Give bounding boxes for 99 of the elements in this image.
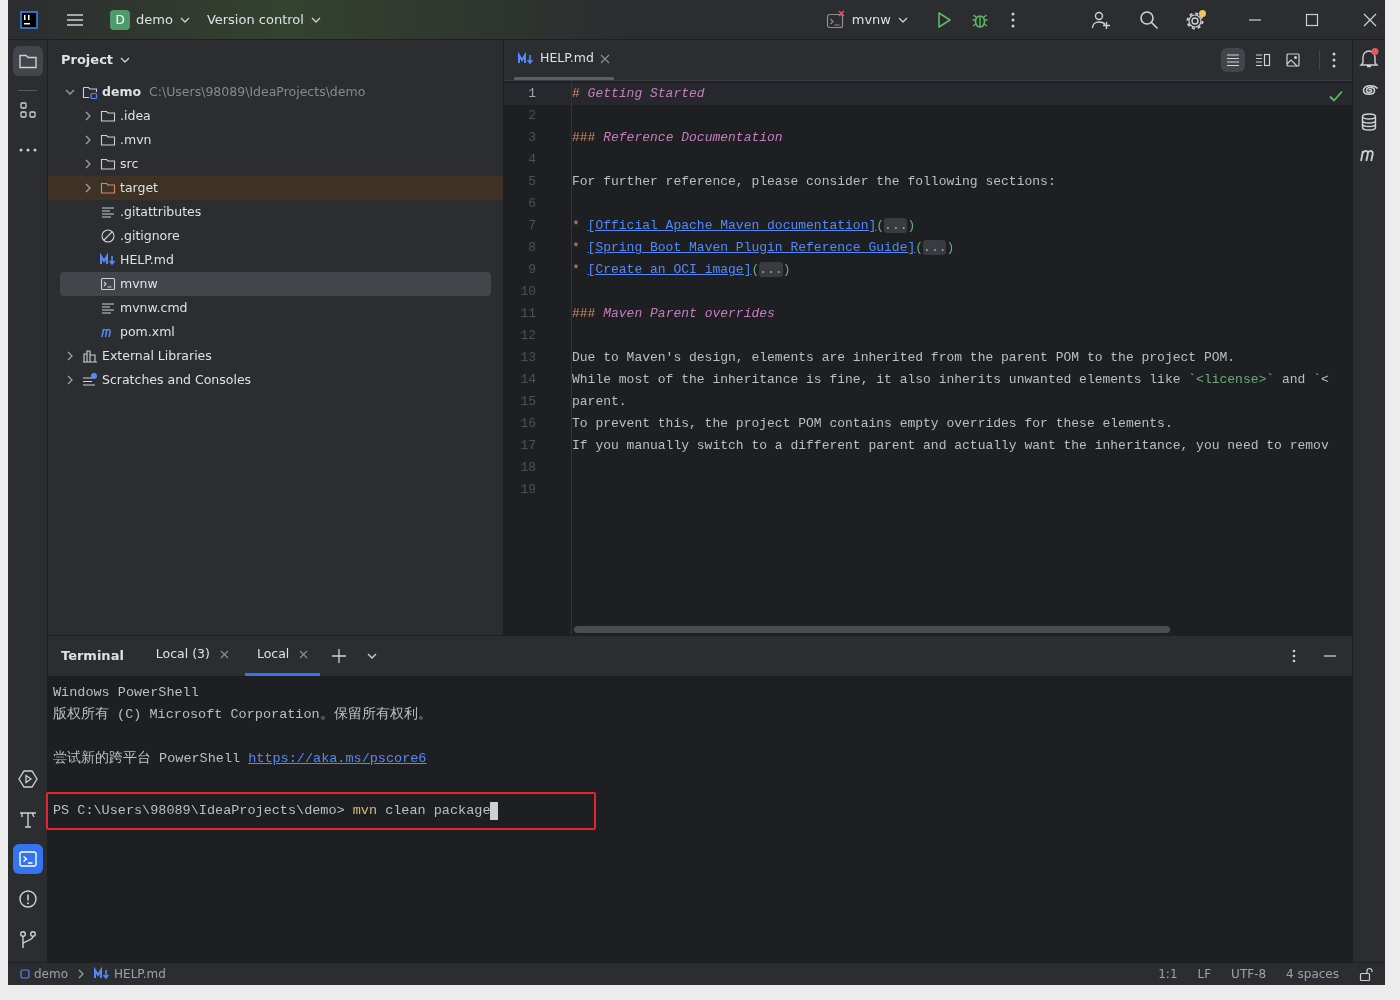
status-item[interactable]: 4 spaces	[1286, 965, 1339, 983]
terminal-tab[interactable]: Local	[244, 636, 321, 676]
maximize-icon	[1305, 12, 1319, 27]
code-line: Due to Maven's design, elements are inherited from the parent POM to the project POM.	[572, 349, 1236, 368]
terminal-output: 版权所有 (C) Microsoft Corporation。保留所有权利。	[53, 705, 433, 724]
ignore-file-icon	[100, 228, 116, 244]
code-line: * [Spring Boot Maven Plugin Reference Guide](...)	[572, 239, 955, 258]
status-item[interactable]: LF	[1197, 965, 1212, 983]
code-line: ### Maven Parent overrides	[572, 305, 775, 324]
status-item[interactable]: 1:1	[1158, 965, 1178, 983]
close-icon[interactable]	[299, 650, 309, 659]
database-icon	[1359, 112, 1379, 132]
hammer-icon	[17, 809, 38, 829]
bell-icon	[1359, 48, 1379, 68]
markdown-icon	[100, 252, 116, 268]
folder-icon	[100, 108, 116, 124]
more-icon	[1332, 52, 1336, 68]
code-line: To prevent this, the project POM contains empty overrides for these elements.	[572, 415, 1173, 434]
play-icon	[935, 10, 953, 29]
run-configuration-selector[interactable]: mvnw	[817, 5, 917, 34]
module-icon	[20, 969, 30, 979]
tree-item[interactable]: .gitignore	[48, 224, 503, 248]
code-line: parent.	[572, 393, 627, 412]
folder-icon	[100, 156, 116, 172]
settings-icon	[1185, 8, 1207, 31]
tree-item[interactable]: pom.xml	[48, 320, 503, 344]
minimize-icon	[1324, 655, 1336, 657]
search-icon	[1139, 9, 1159, 30]
close-icon	[1363, 12, 1377, 27]
terminal-options-button[interactable]	[1292, 649, 1296, 663]
menu-icon	[66, 11, 84, 28]
split-view-icon	[1255, 52, 1271, 68]
text-file-icon	[100, 204, 116, 220]
markdown-icon	[94, 966, 111, 982]
tree-item[interactable]: demo C:\Users\98089\IdeaProjects\demo	[48, 80, 503, 104]
tree-item[interactable]: .mvn	[48, 128, 503, 152]
branch-icon	[17, 929, 38, 949]
scrollbar[interactable]	[574, 626, 1170, 633]
terminal-tab[interactable]: Local (3)	[143, 636, 241, 676]
tree-item[interactable]: src	[48, 152, 503, 176]
more-icon	[18, 148, 37, 152]
database-button[interactable]	[1359, 112, 1379, 132]
warning-circle-icon	[17, 889, 38, 909]
tree-item[interactable]: .idea	[48, 104, 503, 128]
tree-item[interactable]: External Libraries	[48, 344, 503, 368]
breadcrumb[interactable]: HELP.md	[94, 965, 166, 983]
notifications-button[interactable]	[1359, 48, 1379, 68]
app-logo-icon[interactable]	[20, 10, 38, 29]
markdown-icon	[518, 50, 534, 67]
terminal-error-icon	[825, 9, 846, 30]
code-line: While most of the inheritance is fine, it also inherits unwanted elements like `<license>` and `<	[572, 371, 1329, 390]
panel-title: Terminal	[61, 647, 124, 666]
tree-item[interactable]: .gitattributes	[48, 200, 503, 224]
lines-icon	[1225, 52, 1241, 68]
lock-icon	[1359, 967, 1373, 981]
code-line: * [Create an OCI image](...)	[572, 261, 791, 280]
user-plus-icon	[1091, 9, 1111, 30]
readonly-toggle-button[interactable]	[1359, 967, 1373, 981]
minimize-icon	[1249, 18, 1261, 21]
project-view-selector[interactable]: Project	[61, 50, 132, 70]
terminal-tool-button[interactable]	[12, 844, 43, 874]
scratches-icon	[82, 372, 98, 388]
breadcrumb[interactable]: demo	[20, 965, 69, 983]
folder-icon	[100, 180, 116, 196]
terminal-output: Windows PowerShell	[53, 683, 200, 702]
more-icon	[1011, 11, 1015, 28]
editor-tab[interactable]: HELP.md	[514, 40, 614, 80]
code-line: For further reference, please consider the following sections:	[572, 173, 1056, 192]
project-tool-button[interactable]	[12, 46, 43, 76]
editor-only-view-button[interactable]	[1221, 48, 1245, 72]
code-line: If you manually switch to a different parent and actually want the inheritance, you need to remov	[572, 437, 1329, 456]
tree-item[interactable]: mvnw	[60, 272, 491, 296]
structure-icon	[18, 101, 37, 119]
more-icon	[1292, 649, 1296, 663]
command-line[interactable]: PS C:\Users\98089\IdeaProjects\demo> mvn clean package	[53, 800, 491, 822]
terminal-file-icon	[100, 276, 116, 292]
tree-item[interactable]: HELP.md	[48, 248, 503, 272]
tree-item[interactable]: target	[48, 176, 503, 200]
terminal-icon	[17, 849, 38, 869]
folder-icon	[82, 84, 98, 100]
library-icon	[82, 348, 98, 364]
code-line: ### Reference Documentation	[572, 129, 783, 148]
folder-icon	[100, 132, 116, 148]
project-switcher[interactable]: D demo	[102, 5, 199, 34]
close-icon[interactable]	[599, 53, 610, 64]
check-icon	[1328, 88, 1344, 104]
plus-icon	[332, 649, 347, 663]
new-tab-button[interactable]	[332, 649, 347, 663]
close-icon[interactable]	[219, 650, 229, 659]
code-line: * [Official Apache Maven documentation](...)	[572, 217, 916, 236]
text-file-icon	[100, 300, 116, 316]
terminal-output: 尝试新的跨平台 PowerShell https://aka.ms/pscore6	[53, 749, 428, 768]
status-item[interactable]: UTF-8	[1231, 965, 1267, 983]
image-icon	[1285, 52, 1301, 68]
tree-item[interactable]: mvnw.cmd	[48, 296, 503, 320]
version-control-menu[interactable]: Version control	[198, 5, 330, 34]
tree-item[interactable]: Scratches and Consoles	[48, 368, 503, 392]
code-line: # Getting Started	[572, 85, 705, 104]
line-number: 1	[527, 85, 537, 104]
